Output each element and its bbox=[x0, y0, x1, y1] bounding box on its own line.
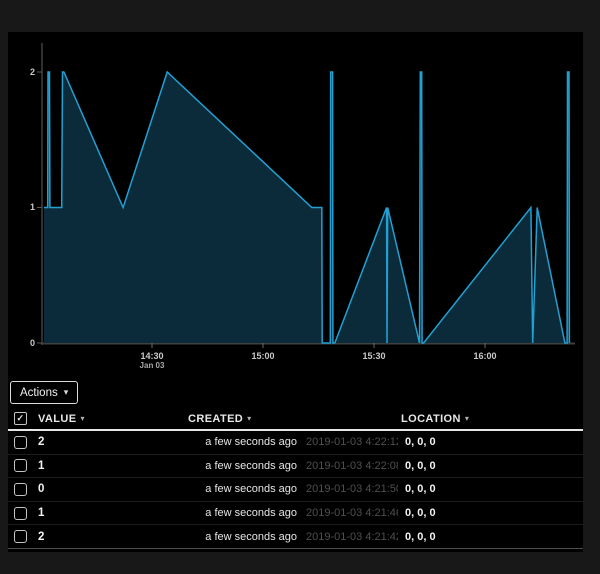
y-tick-label: 2 bbox=[11, 68, 35, 77]
sort-caret-icon: ▾ bbox=[80, 414, 84, 423]
row-checkbox[interactable] bbox=[14, 459, 27, 472]
row-relative-time-cell: a few seconds ago bbox=[188, 460, 297, 472]
row-relative-time-cell: a few seconds ago bbox=[188, 436, 297, 448]
table-body: 2 a few seconds ago 2019-01-03 4:22:12 p… bbox=[8, 431, 583, 549]
row-relative-time-cell: a few seconds ago bbox=[188, 507, 297, 519]
row-value-cell: 1 bbox=[38, 460, 188, 472]
row-timestamp-cell: 2019-01-03 4:21:50 p… bbox=[306, 483, 398, 495]
x-tick-label: 15:30 bbox=[344, 351, 404, 361]
sort-caret-icon: ▾ bbox=[247, 414, 251, 423]
row-checkbox[interactable] bbox=[14, 507, 27, 520]
row-location-cell: 0, 0, 0 bbox=[405, 531, 436, 543]
row-value-cell: 1 bbox=[38, 507, 188, 519]
x-tick-label: 16:00 bbox=[455, 351, 515, 361]
row-timestamp-cell: 2019-01-03 4:22:08 p… bbox=[306, 460, 398, 472]
table-row[interactable]: 1 a few seconds ago 2019-01-03 4:22:08 p… bbox=[8, 455, 583, 479]
x-tick-label: 15:00 bbox=[233, 351, 293, 361]
main-panel: 01214:30Jan 0315:0015:3016:00 Actions ▾ … bbox=[8, 32, 583, 552]
column-header-location[interactable]: LOCATION ▾ bbox=[401, 413, 583, 425]
column-header-value[interactable]: VALUE ▾ bbox=[38, 413, 188, 425]
x-tick-sub-label: Jan 03 bbox=[122, 361, 182, 371]
row-location-cell: 0, 0, 0 bbox=[405, 507, 436, 519]
select-all-checkbox[interactable]: ✓ bbox=[14, 412, 27, 425]
timeseries-area-chart[interactable]: 0 1 2 14:30Jan 03 15:00 15:30 16:00 bbox=[8, 32, 583, 377]
row-relative-time-cell: a few seconds ago bbox=[188, 531, 297, 543]
row-checkbox[interactable] bbox=[14, 436, 27, 449]
row-timestamp-cell: 2019-01-03 4:21:46 p… bbox=[306, 507, 398, 519]
row-value-cell: 2 bbox=[38, 436, 188, 448]
check-icon: ✓ bbox=[17, 414, 25, 423]
row-timestamp-cell: 2019-01-03 4:21:42 p… bbox=[306, 531, 398, 543]
chevron-down-icon: ▾ bbox=[64, 388, 69, 397]
row-value-cell: 0 bbox=[38, 483, 188, 495]
row-checkbox[interactable] bbox=[14, 530, 27, 543]
y-tick-label: 1 bbox=[11, 203, 35, 212]
table-row[interactable]: 1 a few seconds ago 2019-01-03 4:21:46 p… bbox=[8, 502, 583, 526]
actions-button-label: Actions bbox=[20, 387, 58, 399]
actions-dropdown-button[interactable]: Actions ▾ bbox=[10, 381, 78, 404]
row-location-cell: 0, 0, 0 bbox=[405, 483, 436, 495]
table-row[interactable]: 2 a few seconds ago 2019-01-03 4:21:42 p… bbox=[8, 525, 583, 549]
row-checkbox[interactable] bbox=[14, 483, 27, 496]
row-location-cell: 0, 0, 0 bbox=[405, 436, 436, 448]
row-timestamp-cell: 2019-01-03 4:22:12 p… bbox=[306, 436, 398, 448]
y-tick-label: 0 bbox=[11, 339, 35, 348]
row-relative-time-cell: a few seconds ago bbox=[188, 483, 297, 495]
row-value-cell: 2 bbox=[38, 531, 188, 543]
table-row[interactable]: 2 a few seconds ago 2019-01-03 4:22:12 p… bbox=[8, 431, 583, 455]
x-tick-label: 14:30Jan 03 bbox=[122, 351, 182, 371]
column-header-created[interactable]: CREATED ▾ bbox=[188, 413, 401, 425]
table-header-row: ✓ VALUE ▾ CREATED ▾ LOCATION ▾ bbox=[8, 408, 583, 431]
data-table: ✓ VALUE ▾ CREATED ▾ LOCATION ▾ 2 a few s… bbox=[8, 408, 583, 549]
row-location-cell: 0, 0, 0 bbox=[405, 460, 436, 472]
table-row[interactable]: 0 a few seconds ago 2019-01-03 4:21:50 p… bbox=[8, 478, 583, 502]
chart-canvas bbox=[8, 32, 583, 377]
sort-caret-icon: ▾ bbox=[465, 414, 469, 423]
